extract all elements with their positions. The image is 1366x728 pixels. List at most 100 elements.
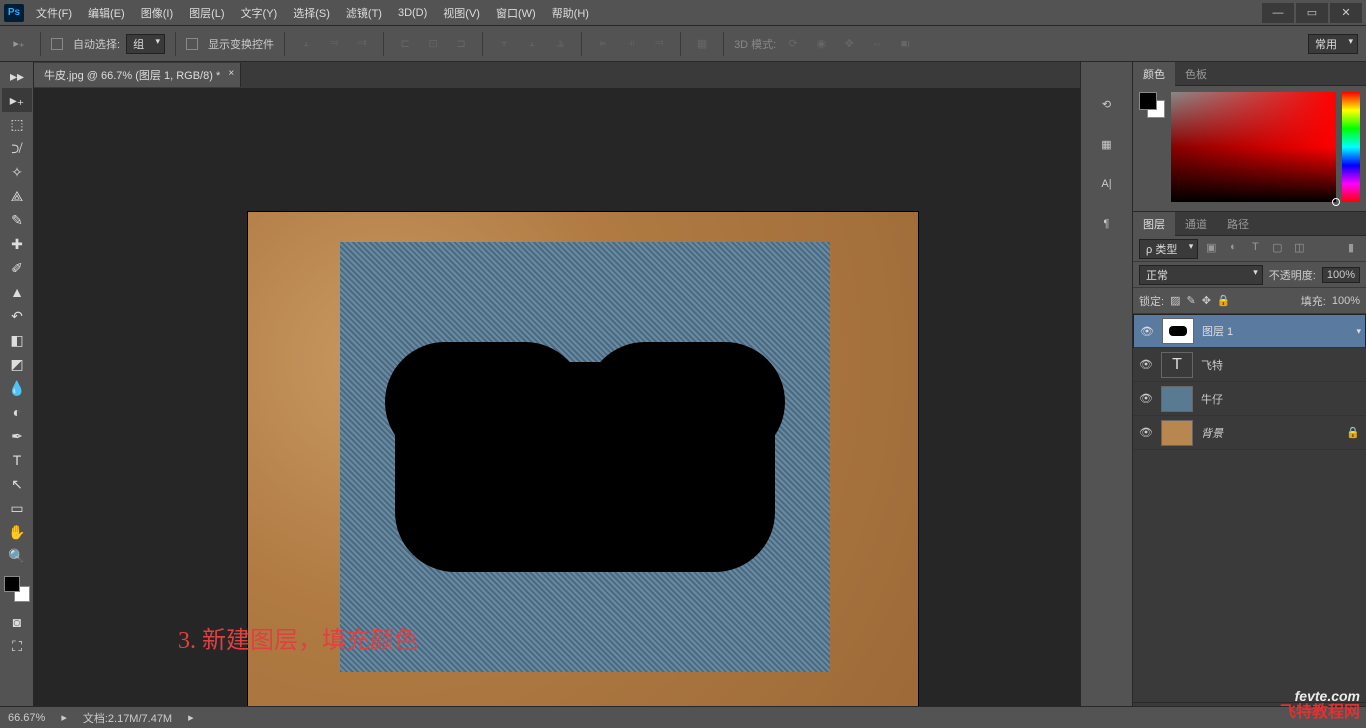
foreground-color[interactable] [4,576,20,592]
hue-slider[interactable]: ◀ [1342,92,1360,202]
filter-toggle[interactable]: ▮ [1342,241,1360,257]
visibility-icon[interactable]: 👁 [1139,392,1153,405]
move-tool[interactable]: ▸₊ [2,88,32,112]
align-right-icon[interactable]: ⊐ [450,33,472,55]
zoom-tool[interactable]: 🔍 [2,544,32,568]
maximize-button[interactable]: ▭ [1296,3,1328,23]
blend-mode-select[interactable]: 正常 [1139,265,1263,285]
align-top-icon[interactable]: ⫠ [295,33,317,55]
color-swatch[interactable] [4,576,30,602]
screenmode-tool[interactable]: ⛶ [2,634,32,658]
3d-slide-icon[interactable]: ⇔ [866,33,888,55]
history-panel-icon[interactable]: ⟲ [1095,92,1119,116]
type-tool[interactable]: T [2,448,32,472]
gradient-tool[interactable]: ◩ [2,352,32,376]
menu-view[interactable]: 视图(V) [443,5,480,21]
menu-help[interactable]: 帮助(H) [552,5,589,21]
close-tab-icon[interactable]: × [228,68,234,79]
align-left-icon[interactable]: ⊏ [394,33,416,55]
lock-position-icon[interactable]: ✥ [1202,294,1211,307]
fill-value[interactable]: 100% [1332,295,1360,307]
menu-filter[interactable]: 滤镜(T) [346,5,382,21]
lock-pixels-icon[interactable]: ✎ [1186,294,1195,307]
tab-channels[interactable]: 通道 [1175,212,1217,236]
zoom-arrow-icon[interactable]: ▸ [61,711,67,724]
filter-shape-icon[interactable]: ▢ [1268,241,1286,257]
showcontrols-checkbox[interactable] [186,38,198,50]
visibility-icon[interactable]: 👁 [1139,426,1153,439]
menu-file[interactable]: 文件(F) [36,5,72,21]
zoom-level[interactable]: 66.67% [8,712,45,724]
arrange-icon[interactable]: ▸▸ [2,64,32,88]
paragraph-panel-icon[interactable]: ¶ [1095,212,1119,236]
shape-tool[interactable]: ▭ [2,496,32,520]
close-button[interactable]: ✕ [1330,3,1362,23]
lasso-tool[interactable]: ⟉ [2,136,32,160]
filter-type-icon[interactable]: T [1246,241,1264,257]
autoalign-icon[interactable]: ▦ [691,33,713,55]
layer-row[interactable]: 👁背景🔒 [1133,416,1366,450]
crop-tool[interactable]: ⟁ [2,184,32,208]
layer-row[interactable]: 👁T飞特 [1133,348,1366,382]
magicwand-tool[interactable]: ✧ [2,160,32,184]
filter-adjust-icon[interactable]: ◐ [1224,241,1242,257]
path-tool[interactable]: ↖ [2,472,32,496]
3d-orbit-icon[interactable]: ⟳ [782,33,804,55]
align-vcenter-icon[interactable]: ⫤ [323,33,345,55]
distribute-1-icon[interactable]: ⫟ [493,33,515,55]
blur-tool[interactable]: 💧 [2,376,32,400]
menu-edit[interactable]: 编辑(E) [88,5,125,21]
distribute-2-icon[interactable]: ⫠ [521,33,543,55]
3d-pan-icon[interactable]: ✥ [838,33,860,55]
autoselect-target-select[interactable]: 组 [126,34,165,54]
opacity-value[interactable]: 100% [1322,267,1360,283]
3d-roll-icon[interactable]: ◉ [810,33,832,55]
distribute-6-icon[interactable]: ⫤ [648,33,670,55]
history-brush-tool[interactable]: ↶ [2,304,32,328]
hand-tool[interactable]: ✋ [2,520,32,544]
distribute-3-icon[interactable]: ⫡ [549,33,571,55]
layer-row[interactable]: 👁牛仔 [1133,382,1366,416]
marquee-tool[interactable]: ⬚ [2,112,32,136]
brush-tool[interactable]: ✐ [2,256,32,280]
menu-select[interactable]: 选择(S) [293,5,330,21]
stamp-tool[interactable]: ▲ [2,280,32,304]
quickmask-tool[interactable]: ◙ [2,610,32,634]
color-swatches[interactable] [1139,92,1165,118]
doc-tab[interactable]: 牛皮.jpg @ 66.7% (图层 1, RGB/8) * × [34,63,241,87]
character-panel-icon[interactable]: A| [1095,172,1119,196]
tab-color[interactable]: 颜色 [1133,62,1175,86]
eraser-tool[interactable]: ◧ [2,328,32,352]
menu-type[interactable]: 文字(Y) [241,5,278,21]
eyedropper-tool[interactable]: ✎ [2,208,32,232]
doc-size-arrow-icon[interactable]: ▸ [188,711,194,724]
color-field[interactable] [1171,92,1336,202]
workspace-select[interactable]: 常用 [1308,34,1358,54]
menu-layer[interactable]: 图层(L) [189,5,224,21]
filter-kind-select[interactable]: ρ 类型 [1139,239,1198,259]
menu-3d[interactable]: 3D(D) [398,7,427,19]
filter-pixel-icon[interactable]: ▣ [1202,241,1220,257]
lock-all-icon[interactable]: 🔒 [1217,294,1231,307]
minimize-button[interactable]: — [1262,3,1294,23]
menu-window[interactable]: 窗口(W) [496,5,536,21]
autoselect-checkbox[interactable] [51,38,63,50]
3d-zoom-icon[interactable]: ■ι [894,33,916,55]
filter-smart-icon[interactable]: ◫ [1290,241,1308,257]
align-hcenter-icon[interactable]: ⊡ [422,33,444,55]
healing-tool[interactable]: ✚ [2,232,32,256]
distribute-5-icon[interactable]: ⫣ [620,33,642,55]
layer-row[interactable]: 👁图层 1 [1133,314,1366,348]
tab-layers[interactable]: 图层 [1133,212,1175,236]
lock-transparency-icon[interactable]: ▨ [1170,294,1180,307]
dodge-tool[interactable]: ◐ [2,400,32,424]
visibility-icon[interactable]: 👁 [1139,358,1153,371]
tab-paths[interactable]: 路径 [1217,212,1259,236]
align-bottom-icon[interactable]: ⫥ [351,33,373,55]
pen-tool[interactable]: ✒ [2,424,32,448]
menu-image[interactable]: 图像(I) [141,5,173,21]
properties-panel-icon[interactable]: ▦ [1095,132,1119,156]
visibility-icon[interactable]: 👁 [1140,325,1154,338]
tab-swatches[interactable]: 色板 [1175,62,1217,86]
distribute-4-icon[interactable]: ⫢ [592,33,614,55]
